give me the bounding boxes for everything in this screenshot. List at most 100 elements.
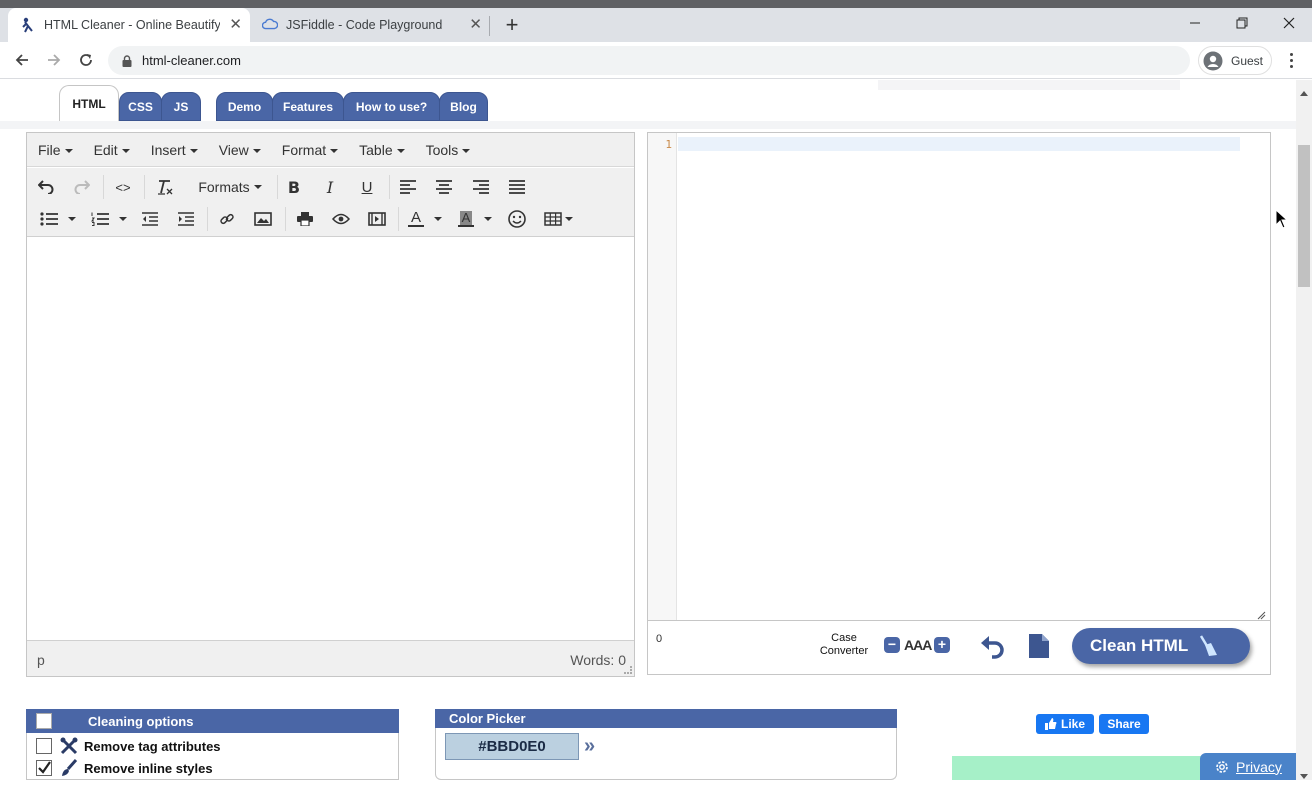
document-icon [1029, 634, 1049, 658]
toolbar-separator [398, 207, 399, 231]
undo-button[interactable] [34, 173, 58, 201]
option-remove-tag-attributes[interactable]: Remove tag attributes [36, 736, 221, 756]
facebook-like-button[interactable]: Like [1036, 714, 1094, 734]
italic-button[interactable]: I [318, 173, 342, 201]
select-all-checkbox[interactable] [36, 713, 52, 729]
scroll-down-icon[interactable] [1299, 768, 1309, 779]
source-code-button[interactable]: <> [111, 173, 135, 201]
link-icon [220, 213, 234, 225]
emoticons-button[interactable] [505, 205, 529, 233]
align-left-icon [400, 180, 416, 194]
undo-clean-button[interactable] [980, 633, 1006, 659]
window-top-strip [0, 0, 1312, 8]
tab-blog[interactable]: Blog [439, 92, 488, 121]
align-center-button[interactable] [432, 173, 456, 201]
facebook-share-button[interactable]: Share [1099, 714, 1149, 734]
minimize-button[interactable] [1172, 8, 1218, 38]
indent-button[interactable] [174, 205, 198, 233]
gear-icon [1214, 759, 1230, 775]
scroll-up-icon[interactable] [1299, 84, 1309, 96]
browser-tab-jsfiddle[interactable]: JSFiddle - Code Playground ✕ [250, 8, 490, 42]
close-window-button[interactable] [1266, 8, 1312, 38]
toolbar-separator [285, 207, 286, 231]
resize-handle-icon[interactable] [624, 666, 632, 674]
decrease-case-button[interactable]: − [884, 637, 900, 653]
background-color-icon: A [458, 211, 474, 227]
tab-html[interactable]: HTML [59, 85, 119, 121]
reload-icon [80, 54, 92, 66]
menu-table[interactable]: Table [359, 142, 405, 158]
code-resize-icon[interactable] [1257, 607, 1266, 620]
insert-media-button[interactable] [365, 205, 389, 233]
menu-tools[interactable]: Tools [426, 142, 471, 158]
code-input-line[interactable] [678, 137, 1240, 151]
close-tab-icon[interactable]: ✕ [469, 17, 482, 33]
outdent-button[interactable] [138, 205, 162, 233]
ad-banner[interactable] [952, 756, 1202, 780]
bold-button[interactable]: B [282, 173, 306, 201]
menu-insert[interactable]: Insert [151, 142, 198, 158]
arrow-right-icon [48, 54, 61, 66]
profile-name: Guest [1231, 53, 1264, 68]
clear-formatting-button[interactable] [153, 173, 177, 201]
underline-button[interactable]: U [355, 173, 379, 201]
increase-case-button[interactable]: + [934, 637, 950, 653]
browser-menu-button[interactable] [1283, 50, 1299, 70]
align-right-button[interactable] [469, 173, 493, 201]
align-justify-button[interactable] [505, 173, 529, 201]
redo-button[interactable] [70, 173, 94, 201]
numbered-list-button[interactable] [88, 205, 130, 233]
broom-icon [1198, 635, 1218, 657]
editor-menubar: File Edit Insert View Format Table Tools [27, 133, 634, 167]
option-checkbox[interactable] [36, 760, 52, 776]
close-tab-icon[interactable]: ✕ [229, 17, 242, 33]
bullet-list-button[interactable] [36, 205, 80, 233]
tab-js[interactable]: JS [161, 92, 201, 121]
clean-html-button[interactable]: Clean HTML [1072, 628, 1250, 664]
bold-icon: B [287, 177, 301, 197]
menu-edit[interactable]: Edit [94, 142, 130, 158]
tab-css[interactable]: CSS [119, 92, 162, 121]
new-tab-button[interactable]: + [500, 12, 524, 38]
back-button[interactable] [10, 50, 34, 70]
minimize-icon [1190, 22, 1200, 24]
menu-format[interactable]: Format [282, 142, 339, 158]
formats-dropdown[interactable]: Formats [192, 173, 268, 201]
checkmark-icon [38, 761, 51, 774]
option-checkbox[interactable] [36, 738, 52, 754]
mouse-cursor-icon [1275, 208, 1289, 229]
tab-how-to-use[interactable]: How to use? [343, 92, 440, 121]
align-right-icon [473, 180, 489, 194]
color-picker-next-button[interactable]: » [584, 735, 595, 758]
image-icon [254, 212, 272, 226]
forward-button[interactable] [42, 50, 66, 70]
menu-file[interactable]: File [38, 142, 73, 158]
scrollbar-thumb[interactable] [1298, 145, 1310, 287]
insert-image-button[interactable] [251, 205, 275, 233]
background-color-button[interactable]: A [454, 205, 496, 233]
option-remove-inline-styles[interactable]: Remove inline styles [36, 758, 213, 778]
color-value-input[interactable]: #BBD0E0 [445, 733, 579, 760]
undo-arrow-icon [981, 636, 1004, 659]
editor-statusbar: p Words: 0 [27, 640, 634, 676]
preview-button[interactable] [329, 205, 353, 233]
address-bar[interactable]: html-cleaner.com [108, 46, 1190, 75]
insert-link-button[interactable] [215, 205, 239, 233]
tab-title: HTML Cleaner - Online Beautifye [44, 18, 220, 32]
profile-button[interactable]: Guest [1198, 46, 1272, 75]
menu-view[interactable]: View [219, 142, 261, 158]
text-color-button[interactable]: A [404, 205, 446, 233]
insert-table-button[interactable] [540, 205, 576, 233]
privacy-button[interactable]: Privacy [1200, 753, 1296, 780]
line-number: 1 [665, 138, 672, 151]
cleaning-options-header: Cleaning options [26, 709, 399, 733]
tab-features[interactable]: Features [272, 92, 344, 121]
align-left-button[interactable] [396, 173, 420, 201]
reload-button[interactable] [74, 50, 98, 70]
tab-demo[interactable]: Demo [216, 92, 273, 121]
new-document-button[interactable] [1028, 633, 1050, 659]
print-button[interactable] [293, 205, 317, 233]
restore-button[interactable] [1219, 8, 1265, 38]
clear-formatting-icon [158, 180, 173, 195]
browser-tab-html-cleaner[interactable]: HTML Cleaner - Online Beautifye ✕ [8, 8, 250, 42]
